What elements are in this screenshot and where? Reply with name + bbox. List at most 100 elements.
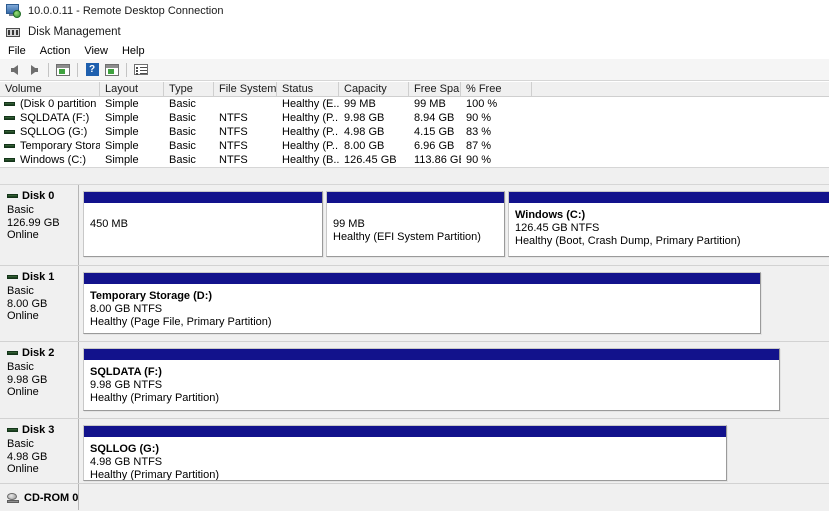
show-hide-console-tree-button[interactable] [53,60,73,80]
partition-sqllog-g[interactable]: SQLLOG (G:) 4.98 GB NTFS Healthy (Primar… [83,425,727,481]
table-row[interactable]: SQLDATA (F:) Simple Basic NTFS Healthy (… [0,111,829,125]
cell-volume: Windows (C:) [0,153,100,167]
cell-volume: SQLDATA (F:) [0,111,100,125]
disk-icon [7,275,18,279]
disk-type: Basic [7,361,34,373]
column-header-type[interactable]: Type [164,82,214,96]
disk-row-disk-0[interactable]: Disk 0 Basic 126.99 GB Online 450 MB 99 … [0,185,829,266]
help-button[interactable]: ? [82,60,102,80]
cell-free-space: 8.94 GB [414,112,455,124]
toolbar-separator [48,62,49,77]
cell-file-system: NTFS [219,126,248,138]
cell-status: Healthy (E... [282,98,339,110]
disk-icon [7,428,18,432]
list-icon [134,64,148,75]
column-header-volume[interactable]: Volume [0,82,100,96]
column-header-status[interactable]: Status [277,82,339,96]
cell-capacity: 4.98 GB [344,126,385,138]
show-hide-action-pane-button[interactable] [102,60,122,80]
pane-icon [105,63,119,76]
disk-row-disk-2[interactable]: Disk 2 Basic 9.98 GB Online SQLDATA (F:)… [0,342,829,419]
partition-label: Temporary Storage (D:) [90,290,213,302]
disk-info-disk-1[interactable]: Disk 1 Basic 8.00 GB Online [0,266,79,341]
cell-volume: Temporary Storag... [0,139,100,153]
disk-info-cdrom-0[interactable]: CD-ROM 0 [0,484,79,510]
menu-item-action[interactable]: Action [40,44,79,58]
disk-info-disk-0[interactable]: Disk 0 Basic 126.99 GB Online [0,185,79,265]
cell-volume-label: Windows (C:) [20,154,87,166]
partition-recovery[interactable]: 450 MB [83,191,323,257]
cell-percent-free: 87 % [466,140,492,152]
partition-capacity-bar [509,192,829,204]
disk-size: 8.00 GB [7,297,48,310]
disk-type: Basic [7,204,34,216]
column-header-file-system[interactable]: File System [214,82,277,96]
column-header-layout[interactable]: Layout [100,82,164,96]
partition-size: 4.98 GB NTFS [90,456,163,468]
pane-icon [56,63,70,76]
cell-volume-label: (Disk 0 partition 3) [20,98,100,110]
disk-info-disk-3[interactable]: Disk 3 Basic 4.98 GB Online [0,419,79,483]
window-title: Disk Management [28,26,121,38]
partition-windows-c[interactable]: Windows (C:) 126.45 GB NTFS Healthy (Boo… [508,191,829,257]
cell-status: Healthy (P... [282,140,339,152]
table-row[interactable]: (Disk 0 partition 3) Simple Basic Health… [0,97,829,111]
partition-capacity-bar [84,273,760,285]
properties-button[interactable] [131,60,151,80]
partition-sqldata-f[interactable]: SQLDATA (F:) 9.98 GB NTFS Healthy (Prima… [83,348,780,411]
partition-status: Healthy (Boot, Crash Dump, Primary Parti… [515,235,741,247]
disk-name: Disk 2 [22,347,55,359]
graphical-disk-view: Disk 0 Basic 126.99 GB Online 450 MB 99 … [0,185,829,511]
table-row[interactable]: SQLLOG (G:) Simple Basic NTFS Healthy (P… [0,125,829,139]
toolbar-separator [126,62,127,77]
pane-splitter[interactable] [0,167,829,185]
cell-status: Healthy (P... [282,126,339,138]
cell-percent-free: 83 % [466,126,492,138]
cell-free-space: 6.96 GB [414,140,455,152]
back-button[interactable] [4,60,24,80]
column-header-capacity[interactable]: Capacity [339,82,409,96]
disk-management-window: 10.0.0.11 - Remote Desktop Connection Di… [0,0,829,511]
cell-file-system: NTFS [219,154,248,166]
partition-capacity-bar [84,349,779,361]
column-header-free-space[interactable]: Free Spa... [409,82,461,96]
cell-volume-label: SQLLOG (G:) [20,126,88,138]
volume-icon [4,144,15,148]
disk-row-disk-1[interactable]: Disk 1 Basic 8.00 GB Online Temporary St… [0,266,829,342]
cell-layout: Simple [105,98,139,110]
partition-efi[interactable]: 99 MB Healthy (EFI System Partition) [326,191,505,257]
column-header-percent-free[interactable]: % Free [461,82,532,96]
disk-state: Online [7,386,39,398]
cell-capacity: 9.98 GB [344,112,385,124]
partition-label: Windows (C:) [515,209,586,221]
partition-size: 450 MB [90,218,128,230]
column-header-empty[interactable] [532,82,829,96]
cell-type: Basic [169,112,196,124]
forward-button[interactable] [24,60,44,80]
remote-desktop-icon [6,4,22,18]
partitions-disk-2: SQLDATA (F:) 9.98 GB NTFS Healthy (Prima… [79,342,829,418]
table-row[interactable]: Windows (C:) Simple Basic NTFS Healthy (… [0,153,829,167]
disk-state: Online [7,310,39,322]
menu-item-help[interactable]: Help [122,44,153,58]
menu-item-view[interactable]: View [84,44,116,58]
partition-status: Healthy (EFI System Partition) [333,231,481,243]
volume-list[interactable]: Volume Layout Type File System Status Ca… [0,82,829,167]
cell-free-space: 4.15 GB [414,126,455,138]
disk-row-cdrom-0[interactable]: CD-ROM 0 [0,484,829,510]
volume-icon [4,102,15,106]
menu-item-file[interactable]: File [8,44,34,58]
toolbar-separator [77,62,78,77]
cell-type: Basic [169,126,196,138]
cell-status: Healthy (P... [282,112,339,124]
disk-name: Disk 1 [22,271,55,283]
table-row[interactable]: Temporary Storag... Simple Basic NTFS He… [0,139,829,153]
cell-layout: Simple [105,126,139,138]
partition-temporary-storage-d[interactable]: Temporary Storage (D:) 8.00 GB NTFS Heal… [83,272,761,334]
volume-list-header: Volume Layout Type File System Status Ca… [0,82,829,97]
cell-file-system: NTFS [219,112,248,124]
disk-row-disk-3[interactable]: Disk 3 Basic 4.98 GB Online SQLLOG (G:) … [0,419,829,484]
disk-icon [7,351,18,355]
cell-capacity: 126.45 GB [344,154,397,166]
disk-info-disk-2[interactable]: Disk 2 Basic 9.98 GB Online [0,342,79,418]
